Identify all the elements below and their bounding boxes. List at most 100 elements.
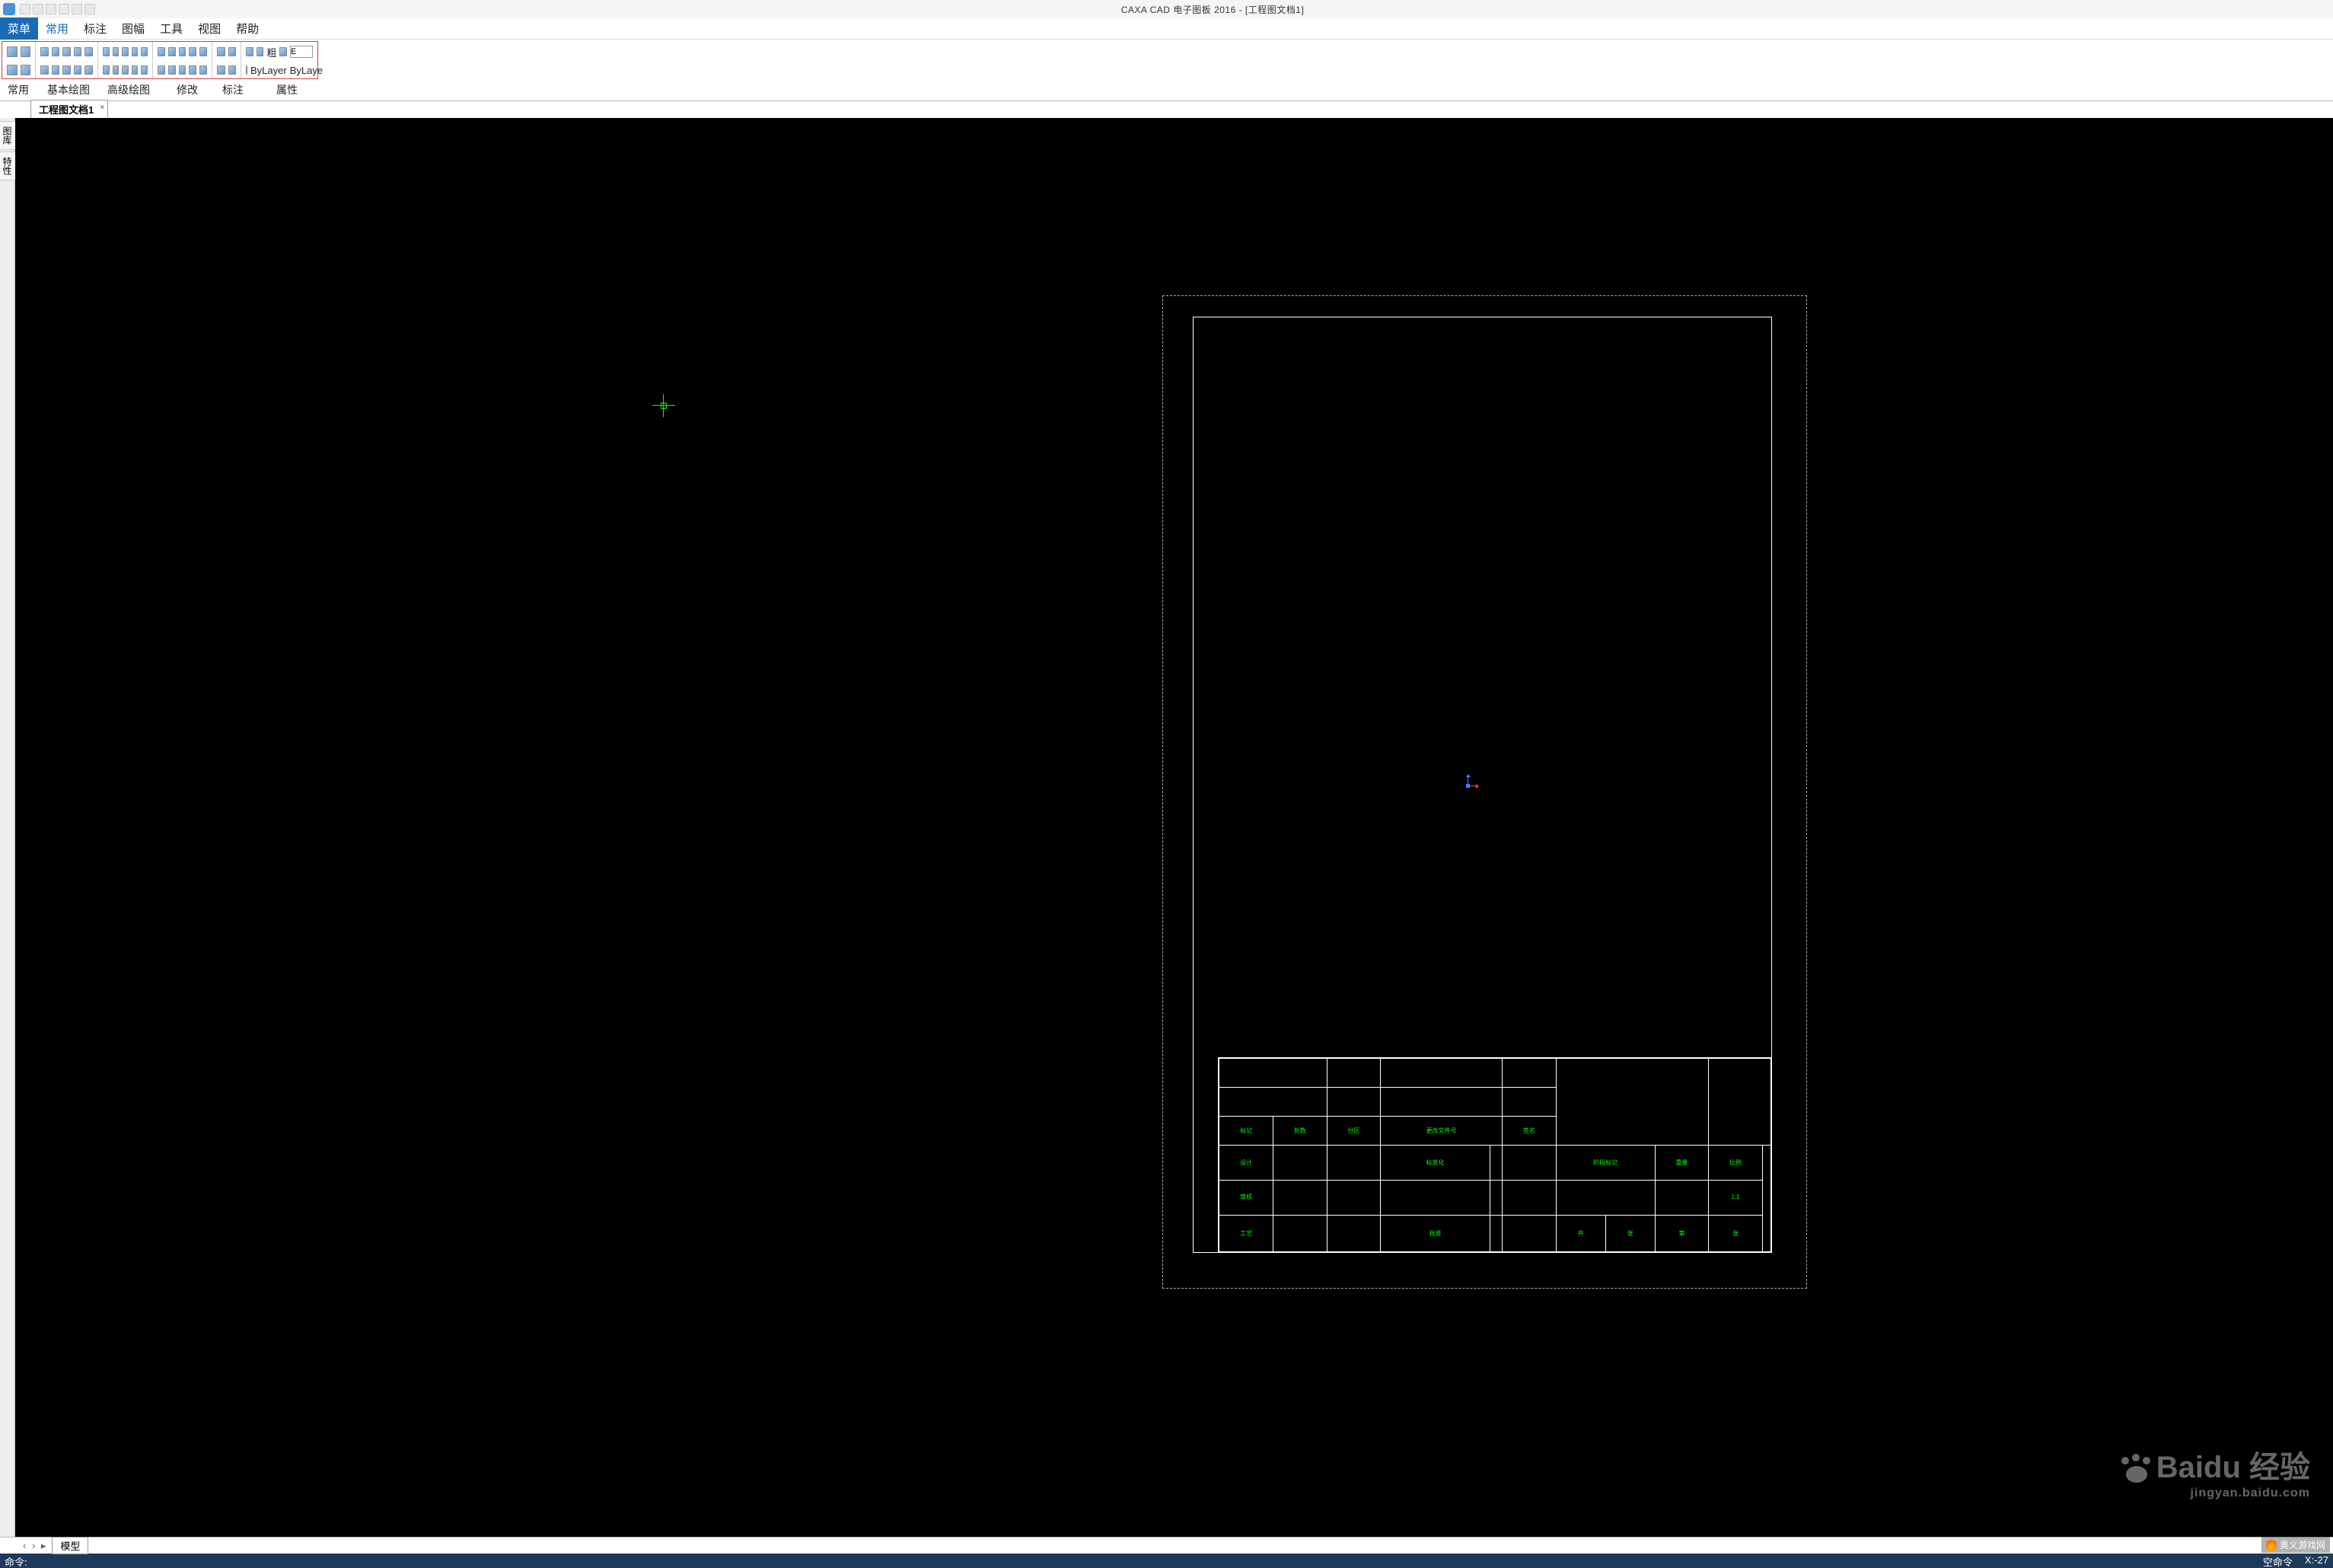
color-icon[interactable] — [257, 47, 264, 56]
tb-scale-label: 比例 — [1709, 1146, 1763, 1181]
qat-save-icon[interactable] — [46, 4, 56, 14]
ribbon-group-common — [2, 42, 36, 78]
fillet-icon[interactable] — [179, 65, 186, 75]
tb-mark: 标记 — [1219, 1117, 1273, 1146]
ribbon-group-attr: 粗 ByLayer ByLaye — [241, 42, 317, 78]
tool-icon[interactable] — [7, 65, 18, 75]
bylayer-label-1[interactable]: ByLayer — [250, 65, 287, 76]
side-tab-properties[interactable]: 特性 — [0, 151, 16, 180]
dim-leader-icon[interactable] — [228, 65, 237, 75]
menu-help[interactable]: 帮助 — [228, 18, 266, 40]
watermark-baidu: Baidu 经验 jingyan.baidu.com — [2120, 1442, 2310, 1500]
qat-redo-icon[interactable] — [84, 4, 95, 14]
move-icon[interactable] — [158, 47, 165, 56]
point-icon[interactable] — [62, 65, 71, 75]
dim-linear-icon[interactable] — [217, 47, 225, 56]
tb-design: 设计 — [1219, 1146, 1273, 1181]
arc-icon[interactable] — [52, 47, 60, 56]
scale-icon[interactable] — [199, 47, 207, 56]
app-icon — [3, 3, 15, 15]
tool-icon[interactable] — [141, 65, 148, 75]
rotate-icon[interactable] — [179, 47, 186, 56]
linetype-list-icon[interactable] — [246, 65, 247, 75]
array-icon[interactable] — [199, 65, 207, 75]
status-empty-cmd: 空命令 — [2263, 1554, 2293, 1568]
side-tab-library[interactable]: 图库 — [0, 121, 16, 150]
document-tabs: 工程图文档1 × — [0, 101, 2333, 118]
qat-undo-icon[interactable] — [72, 4, 82, 14]
tb-std: 标准化 — [1381, 1146, 1490, 1181]
attr-input[interactable] — [290, 46, 313, 58]
dim-radius-icon[interactable] — [217, 65, 225, 75]
ribbon-group-modify — [153, 42, 212, 78]
layer-icon[interactable] — [246, 47, 253, 56]
pick-box — [661, 403, 667, 409]
tool-icon[interactable] — [122, 65, 129, 75]
dim-angle-icon[interactable] — [228, 47, 237, 56]
layout-nav-icons[interactable]: ‹ › ▸ — [23, 1540, 47, 1552]
drawing-canvas[interactable]: 标记 处数 分区 更改文件号 签名 设计 标准化 阶段标记 重量 比例 — [15, 118, 2333, 1537]
crosshair-cursor — [652, 394, 675, 417]
tb-docno: 更改文件号 — [1381, 1117, 1503, 1146]
ribbon-label-dim: 标注 — [218, 81, 248, 100]
qat-print-icon[interactable] — [59, 4, 69, 14]
text-icon[interactable] — [40, 65, 49, 75]
tool-icon[interactable] — [21, 65, 31, 75]
document-tab-active[interactable]: 工程图文档1 × — [30, 100, 108, 118]
circle-icon[interactable] — [62, 47, 71, 56]
extend-icon[interactable] — [168, 65, 176, 75]
close-icon[interactable]: × — [100, 104, 104, 112]
menu-frame[interactable]: 图幅 — [114, 18, 152, 40]
qat-open-icon[interactable] — [33, 4, 43, 14]
rect-icon[interactable] — [74, 47, 82, 56]
command-label: 命令: — [5, 1554, 27, 1568]
tool-icon[interactable] — [132, 47, 139, 56]
tool-icon[interactable] — [21, 46, 31, 57]
menu-file[interactable]: 菜单 — [0, 18, 38, 40]
quick-access-toolbar — [20, 4, 95, 14]
tb-approve: 批准 — [1381, 1215, 1490, 1251]
tb-total2: 张 — [1605, 1215, 1655, 1251]
tool-icon[interactable] — [113, 65, 120, 75]
title-block: 标记 处数 分区 更改文件号 签名 设计 标准化 阶段标记 重量 比例 — [1218, 1057, 1772, 1253]
menu-tools[interactable]: 工具 — [152, 18, 190, 40]
ribbon-label-adv: 高级绘图 — [100, 81, 157, 100]
tb-page2: 张 — [1709, 1215, 1763, 1251]
ribbon-group-dim — [212, 42, 241, 78]
lineweight-icon[interactable] — [279, 47, 287, 56]
tb-count: 处数 — [1273, 1117, 1327, 1146]
menu-view[interactable]: 视图 — [190, 18, 228, 40]
menu-bar: 菜单 常用 标注 图幅 工具 视图 帮助 — [0, 18, 2333, 40]
tb-page1: 第 — [1655, 1215, 1709, 1251]
trim-icon[interactable] — [158, 65, 165, 75]
side-panel: 图库 特性 — [0, 118, 15, 1537]
mirror-icon[interactable] — [189, 47, 196, 56]
polyline-icon[interactable] — [84, 47, 93, 56]
tool-icon[interactable] — [122, 47, 129, 56]
line-icon[interactable] — [40, 47, 49, 56]
spline-icon[interactable] — [52, 65, 60, 75]
tool-icon[interactable] — [103, 65, 110, 75]
tool-icon[interactable] — [141, 47, 148, 56]
ribbon-group-basic-draw — [36, 42, 98, 78]
model-tab[interactable]: 模型 — [52, 1537, 88, 1554]
ribbon-labels: 常用 基本绘图 高级绘图 修改 标注 属性 — [0, 81, 2333, 100]
bylayer-label-2[interactable]: ByLaye — [290, 65, 323, 76]
copy-icon[interactable] — [168, 47, 176, 56]
qat-new-icon[interactable] — [20, 4, 30, 14]
status-bar: 命令: 空命令 X:-27 — [0, 1554, 2333, 1568]
tool-icon[interactable] — [103, 47, 110, 56]
menu-common[interactable]: 常用 — [38, 18, 76, 40]
hatch-icon[interactable] — [84, 65, 93, 75]
tool-icon[interactable] — [132, 65, 139, 75]
tb-scale-val: 1:1 — [1709, 1181, 1763, 1216]
tb-sign: 签名 — [1502, 1117, 1556, 1146]
chamfer-icon[interactable] — [189, 65, 196, 75]
tb-zone: 分区 — [1327, 1117, 1381, 1146]
tb-total1: 共 — [1556, 1215, 1605, 1251]
tool-icon[interactable] — [7, 46, 18, 57]
ellipse-icon[interactable] — [74, 65, 82, 75]
tool-icon[interactable] — [113, 47, 120, 56]
menu-annotate[interactable]: 标注 — [76, 18, 114, 40]
layout-tabs: ‹ › ▸ 模型 — [0, 1537, 2333, 1554]
